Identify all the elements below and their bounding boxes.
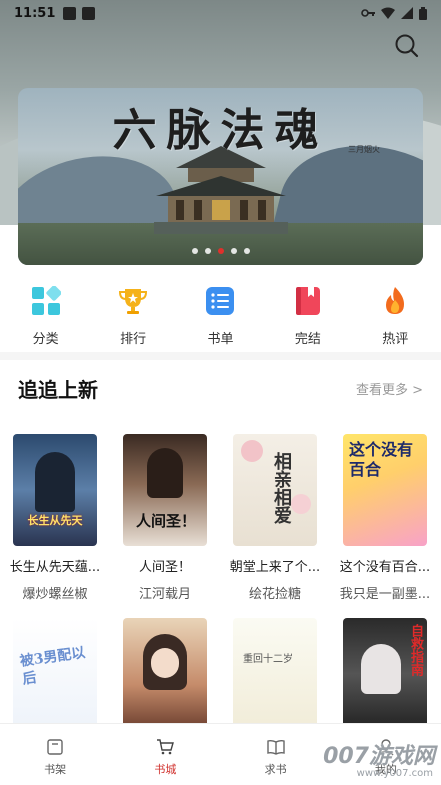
book-card[interactable]: 自救指南 <box>337 618 433 730</box>
wifi-icon <box>381 7 395 19</box>
book-cover: 被3男配以后 <box>13 618 97 730</box>
category-ranking[interactable]: 排行 <box>93 278 173 350</box>
book-card[interactable]: 人间圣！ 人间圣！ 江河载月 <box>117 434 213 602</box>
book-card[interactable] <box>117 618 213 730</box>
book-card[interactable]: 长生从先天 长生从先天蕴... 爆炒螺丝椒 <box>7 434 103 602</box>
book-cover: 这个没有百合 <box>343 434 427 546</box>
cover-title: 这个没有百合 <box>349 440 414 479</box>
category-label: 排行 <box>120 332 147 347</box>
book-title: 人间圣！ <box>138 560 191 575</box>
cover-title: 自救指南 <box>408 624 423 676</box>
notification-icon-2 <box>82 6 96 20</box>
book-card[interactable]: 重回十二岁 <box>227 618 323 730</box>
book-author: 绘花捡糖 <box>248 587 301 602</box>
top-bar <box>0 26 441 66</box>
list-icon <box>206 287 235 315</box>
cover-title: 被3男配以后 <box>18 644 87 688</box>
status-time: 11:51 <box>14 5 56 21</box>
nav-label: 书城 <box>154 763 177 776</box>
banner-dot[interactable] <box>204 248 211 254</box>
category-classify[interactable]: 分类 <box>6 278 86 350</box>
bookmark-book-icon <box>295 287 320 315</box>
flame-icon <box>386 287 405 314</box>
key-icon <box>361 9 375 17</box>
promo-banner[interactable]: 六脉法魂 三月烟火 <box>18 88 423 265</box>
category-row: 分类 排行 书单 完结 热评 <box>0 278 441 350</box>
category-label: 完结 <box>294 332 321 347</box>
book-cover: 人间圣！ <box>123 434 207 546</box>
view-more-link[interactable]: 查看更多 > <box>356 379 423 398</box>
cover-title: 相亲相爱 <box>271 452 292 524</box>
notification-icon <box>63 6 77 20</box>
category-hot-reviews[interactable]: 热评 <box>355 278 435 350</box>
site-watermark: 007游戏网 <box>323 744 435 769</box>
nav-request-book[interactable]: 求书 <box>236 724 316 785</box>
banner-pagination <box>18 248 423 254</box>
category-label: 书单 <box>207 332 234 347</box>
book-title: 长生从先天蕴... <box>9 560 101 575</box>
cover-title: 重回十二岁 <box>243 654 293 665</box>
book-card[interactable]: 相亲相爱 朝堂上来了个... 绘花捡糖 <box>227 434 323 602</box>
book-cover: 重回十二岁 <box>233 618 317 730</box>
book-card[interactable]: 这个没有百合 这个没有百合... 我只是一副墨... <box>337 434 433 602</box>
book-author: 爆炒螺丝椒 <box>22 587 88 602</box>
banner-dot-active[interactable] <box>217 248 224 254</box>
nav-label: 求书 <box>264 763 287 776</box>
book-author: 我只是一副墨... <box>339 587 431 602</box>
category-label: 热评 <box>382 332 409 347</box>
book-cover: 相亲相爱 <box>233 434 317 546</box>
trophy-icon <box>119 289 148 314</box>
search-icon <box>395 34 419 58</box>
book-card[interactable]: 被3男配以后 <box>7 618 103 730</box>
grid-icon <box>31 286 61 315</box>
cart-icon <box>157 739 175 755</box>
banner-dot[interactable] <box>191 248 198 254</box>
section-divider <box>0 352 441 360</box>
book-cover <box>123 618 207 730</box>
site-watermark-url: www.y007.com <box>356 768 433 779</box>
signal-icon <box>401 7 413 19</box>
banner-dot[interactable] <box>230 248 237 254</box>
book-title: 这个没有百合... <box>339 560 431 575</box>
search-button[interactable] <box>393 32 421 60</box>
open-book-icon <box>266 739 285 755</box>
book-cover: 自救指南 <box>343 618 427 730</box>
status-bar: 11:51 <box>0 0 441 26</box>
banner-dot[interactable] <box>243 248 250 254</box>
book-cover: 长生从先天 <box>13 434 97 546</box>
section-title: 追追上新 <box>18 378 98 402</box>
book-title: 朝堂上来了个... <box>229 560 321 575</box>
cover-title: 人间圣！ <box>135 512 196 530</box>
nav-label: 书架 <box>44 763 67 776</box>
category-finished[interactable]: 完结 <box>268 278 348 350</box>
category-label: 分类 <box>32 332 59 347</box>
book-author: 江河载月 <box>138 587 191 602</box>
bookshelf-icon <box>47 739 63 755</box>
cover-title: 长生从先天 <box>27 514 83 527</box>
nav-bookstore[interactable]: 书城 <box>125 724 205 785</box>
banner-author: 三月烟火 <box>348 145 380 154</box>
category-booklist[interactable]: 书单 <box>180 278 260 350</box>
battery-icon <box>419 6 427 20</box>
nav-bookshelf[interactable]: 书架 <box>15 724 95 785</box>
